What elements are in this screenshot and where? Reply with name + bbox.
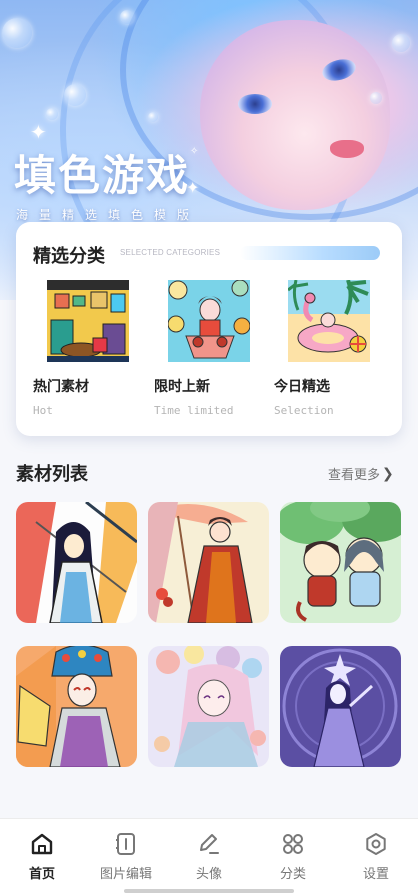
material-tile[interactable] [148, 502, 269, 623]
category-thumbnail[interactable] [288, 280, 370, 362]
tile-illustration-chibi-pair [280, 502, 401, 623]
tile-illustration-swordswoman [16, 502, 137, 623]
tile-illustration-umbrella-lady [148, 502, 269, 623]
category-time-limited[interactable]: 限时上新 Time limited [154, 280, 264, 430]
category-label: 今日精选 [274, 379, 330, 395]
category-thumbnail[interactable] [47, 280, 129, 362]
grid-icon [283, 834, 303, 854]
home-indicator [124, 889, 294, 893]
room-illustration [47, 280, 129, 362]
nav-label: 首页 [28, 867, 55, 882]
material-tile[interactable] [148, 646, 269, 767]
material-tile[interactable] [16, 502, 137, 623]
category-english-label: Hot [33, 404, 53, 417]
nav-settings[interactable]: 设置 [334, 819, 418, 894]
hero-lips [330, 140, 364, 158]
sparkle-icon: ✧ [190, 146, 199, 157]
category-hot[interactable]: 热门素材 Hot [33, 280, 143, 430]
fruit-girl-illustration [168, 280, 250, 362]
tile-illustration-opera-performer [16, 646, 137, 767]
sparkle-icon: ✦ [30, 120, 47, 144]
hero-subtitle: 海量精选填色模版 [16, 208, 201, 222]
featured-categories-card: 精选分类 SELECTED CATEGORIES 热门素材 Hot 限时上新 T… [16, 222, 402, 436]
tile-illustration-mystic-goddess [280, 646, 401, 767]
tile-illustration-floral-beauty [148, 646, 269, 767]
nav-label: 分类 [279, 867, 306, 882]
view-more-link[interactable]: 查看更多 ❯ [328, 464, 394, 484]
bubble-decoration [392, 34, 410, 52]
home-icon [31, 833, 53, 855]
hero-illustration-face [200, 20, 390, 210]
category-label: 限时上新 [154, 379, 210, 395]
nav-label: 图片编辑 [99, 867, 152, 882]
bubble-decoration [120, 10, 134, 24]
bottom-navigation: 首页 图片编辑 头像 分类 设置 [0, 818, 418, 894]
bubble-decoration [64, 84, 86, 106]
nav-avatar[interactable]: 头像 [167, 819, 251, 894]
nav-image-edit[interactable]: 图片编辑 [84, 819, 168, 894]
category-label: 热门素材 [33, 379, 89, 395]
category-english-label: Time limited [154, 404, 234, 417]
material-tile[interactable] [280, 646, 401, 767]
material-tile[interactable] [16, 646, 137, 767]
bubble-decoration [2, 18, 32, 48]
hero-eye-left [238, 94, 272, 114]
card-title: 精选分类 [33, 246, 105, 267]
card-subtitle: SELECTED CATEGORIES [120, 248, 221, 257]
settings-icon [366, 833, 386, 855]
nav-label: 头像 [195, 867, 222, 882]
bubble-decoration [370, 92, 382, 104]
category-english-label: Selection [274, 404, 334, 417]
pencil-icon [200, 834, 219, 854]
view-more-label: 查看更多 [328, 468, 381, 483]
image-edit-icon [116, 833, 135, 855]
category-selection[interactable]: 今日精选 Selection [274, 280, 384, 430]
card-decoration-bar [240, 246, 380, 260]
materials-section-title: 素材列表 [16, 464, 88, 485]
nav-home[interactable]: 首页 [0, 819, 84, 894]
nav-category[interactable]: 分类 [251, 819, 335, 894]
bubble-decoration [148, 112, 158, 122]
chevron-right-icon: ❯ [382, 465, 394, 482]
nav-label: 设置 [362, 867, 389, 882]
material-tile[interactable] [280, 502, 401, 623]
hero-title: 填色游戏 [14, 151, 191, 200]
category-thumbnail[interactable] [168, 280, 250, 362]
bubble-decoration [46, 108, 58, 120]
flamingo-illustration [288, 280, 370, 362]
